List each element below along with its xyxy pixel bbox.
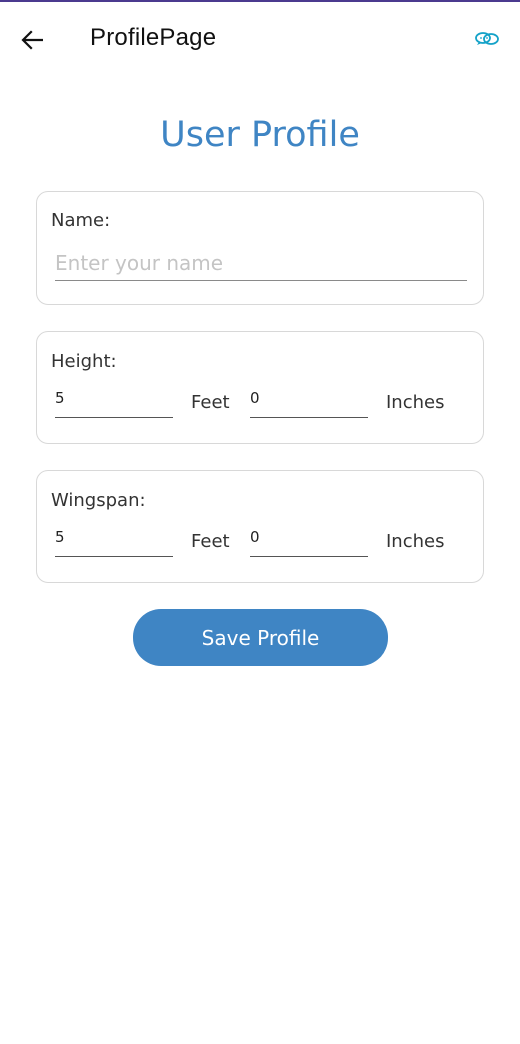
name-input[interactable] [55,246,467,281]
wingspan-feet-unit: Feet [191,531,230,552]
height-label: Height: [51,351,117,372]
wingspan-inches-unit: Inches [386,531,445,552]
name-label: Name: [51,210,111,231]
height-inches-unit: Inches [386,392,445,413]
height-inches-input[interactable] [250,384,368,418]
wingspan-inches-input[interactable] [250,523,368,557]
page-title: User Profile [160,115,360,155]
name-card: Name: [36,191,484,305]
save-profile-button[interactable]: Save Profile [133,609,388,666]
height-feet-unit: Feet [191,392,230,413]
arrow-left-icon [21,30,43,50]
height-feet-input[interactable] [55,384,173,418]
wingspan-card: Wingspan: Feet Inches [36,470,484,583]
back-button[interactable] [14,22,50,58]
app-bar: ProfilePage [0,2,520,78]
wingspan-label: Wingspan: [51,490,146,511]
screen: ProfilePage User Profile Name: Height: F… [0,0,520,1044]
app-bar-title: ProfilePage [90,24,217,51]
wingspan-feet-input[interactable] [55,523,173,557]
height-card: Height: Feet Inches [36,331,484,444]
hot-reload-icon [475,32,499,45]
hot-reload-button[interactable] [472,26,502,52]
